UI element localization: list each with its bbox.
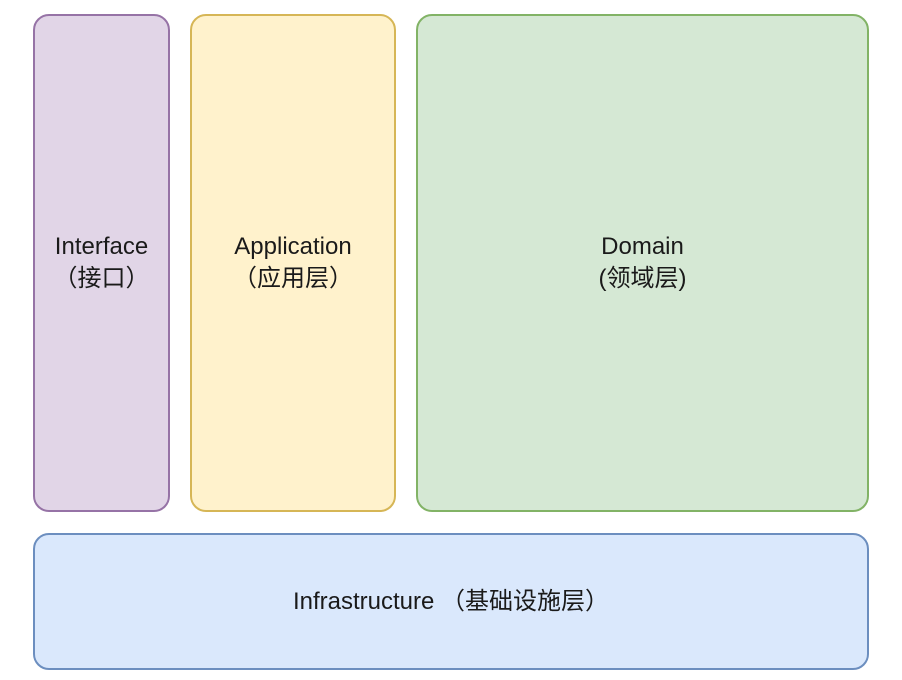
interface-layer-name: Interface xyxy=(54,233,149,260)
interface-layer-subtitle: （接口） xyxy=(53,265,150,292)
application-layer-name: Application xyxy=(234,233,352,260)
application-layer-label: Application （应用层） xyxy=(233,231,353,295)
interface-layer-label: Interface （接口） xyxy=(54,231,150,295)
application-layer-box: Application （应用层） xyxy=(190,14,396,512)
domain-layer-box: Domain (领域层) xyxy=(416,14,869,512)
infrastructure-layer-subtitle: （基础设施层） xyxy=(434,587,610,615)
infrastructure-layer-box: Infrastructure （基础设施层） xyxy=(33,533,869,670)
domain-layer-name: Domain xyxy=(601,233,684,260)
infrastructure-layer-name: Infrastructure xyxy=(292,587,435,615)
domain-layer-subtitle: (领域层) xyxy=(598,265,687,292)
infrastructure-layer-label: Infrastructure （基础设施层） xyxy=(293,586,609,618)
domain-layer-label: Domain (领域层) xyxy=(599,231,687,295)
application-layer-subtitle: （应用层） xyxy=(233,265,353,292)
interface-layer-box: Interface （接口） xyxy=(33,14,170,512)
